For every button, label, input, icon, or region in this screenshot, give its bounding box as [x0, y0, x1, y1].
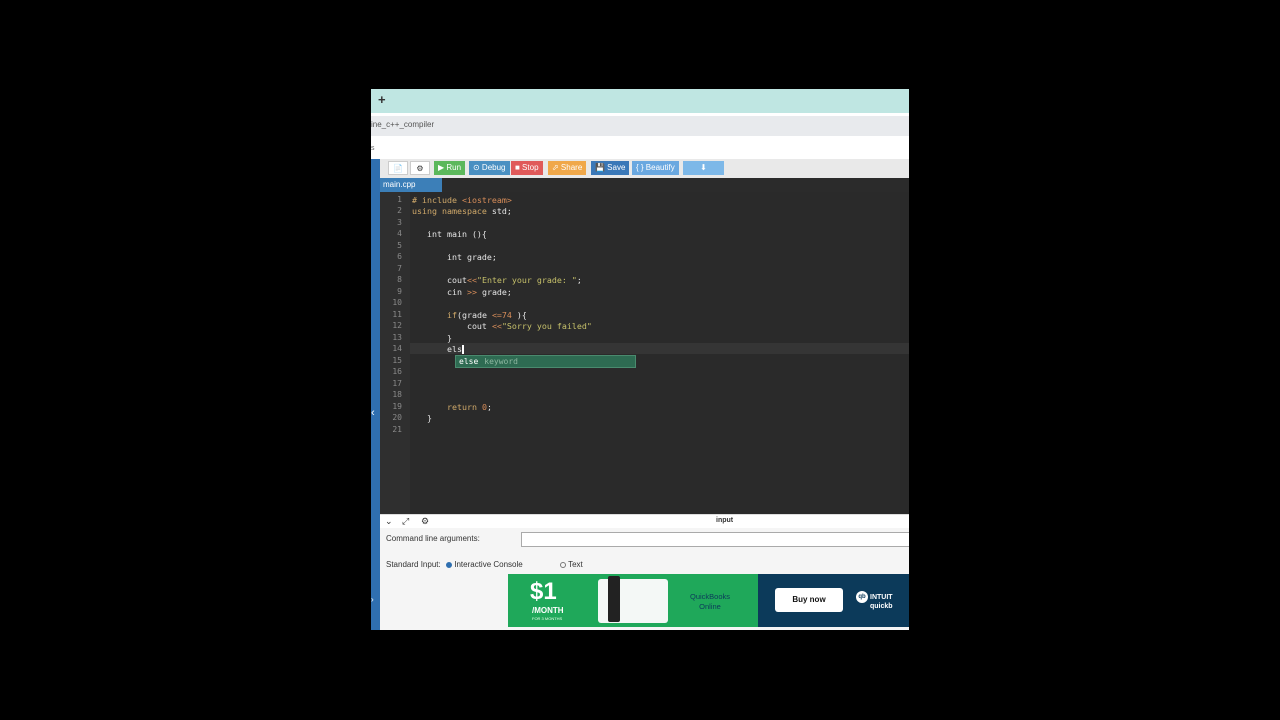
line-number: 7	[397, 264, 402, 273]
code-line-2: using namespace std;	[412, 206, 512, 216]
interactive-console-label: Interactive Console	[454, 560, 523, 569]
code-line-6: int grade;	[412, 252, 497, 262]
code-line-4: int main (){	[412, 229, 487, 239]
line-number: 6	[397, 252, 402, 261]
collapse-sidebar-icon[interactable]: ‹	[371, 407, 375, 419]
line-number: 9	[397, 287, 402, 296]
share-button[interactable]: ⬀ Share	[548, 161, 587, 175]
line-number: 21	[392, 425, 402, 434]
save-button[interactable]: 💾 Save	[591, 161, 630, 175]
code-line-1: # include <iostream>	[412, 195, 512, 205]
download-button[interactable]: ⬇	[683, 161, 724, 175]
code-line-12: cout <<"Sorry you failed"	[412, 321, 592, 331]
line-number: 17	[392, 379, 402, 388]
ad-brand-line1: INTUIT	[870, 593, 893, 601]
code-line-14: els	[412, 344, 464, 354]
ad-product-name: QuickBooks Online	[680, 592, 740, 612]
line-number: 16	[392, 367, 402, 376]
line-number: 5	[397, 241, 402, 250]
left-sidebar-strip: ‹ ›	[371, 159, 380, 630]
ad-buy-now-button[interactable]: Buy now	[775, 588, 843, 612]
file-tab-bar: main.cpp	[380, 178, 909, 192]
advertisement-banner[interactable]: $1 /MONTH FOR 3 MONTHS QuickBooks Online …	[508, 574, 909, 627]
code-line-20: }	[412, 413, 432, 423]
ad-brand-line2: quickb	[870, 603, 893, 610]
line-number: 14	[392, 344, 402, 353]
ad-per-month: /MONTH	[532, 606, 564, 615]
address-bar[interactable]: ine_c++_compiler	[371, 116, 909, 136]
io-panel-title: input	[716, 517, 734, 524]
sidebar-toggle-icon[interactable]: ›	[371, 595, 374, 604]
url-text: ine_c++_compiler	[371, 120, 435, 129]
ad-price: $1	[530, 578, 557, 605]
line-number: 12	[392, 321, 402, 330]
radio-icon[interactable]	[560, 561, 566, 568]
code-line-13: }	[412, 333, 452, 343]
gear-icon[interactable]: ⚙	[421, 516, 429, 527]
line-number: 3	[397, 218, 402, 227]
autocomplete-popup[interactable]: else keyword	[455, 355, 636, 368]
debug-button[interactable]: ⊙ Debug	[469, 161, 510, 175]
code-line-19: return 0;	[446, 402, 492, 412]
line-number: 13	[392, 333, 402, 342]
browser-tab-bar: +	[371, 89, 909, 113]
text-cursor	[461, 345, 464, 354]
ad-phone-image	[608, 576, 620, 622]
line-number: 11	[392, 310, 402, 319]
bookmarks-bar: s	[371, 139, 909, 159]
code-editor[interactable]: 1 2 3 4 5 6 7 8 9 10 11 12 13 14 15 16 1…	[380, 192, 909, 514]
quickbooks-logo-icon: qb	[856, 591, 868, 603]
line-number: 8	[397, 275, 402, 284]
line-number: 4	[397, 229, 402, 238]
line-number: 2	[397, 206, 402, 215]
beautify-button[interactable]: { } Beautify	[632, 161, 679, 175]
line-number: 20	[392, 413, 402, 422]
run-button[interactable]: ▶ Run	[434, 161, 466, 175]
editor-toolbar: 📄 ⚙ ▶ Run ⊙ Debug ■ Stop ⬀ Share 💾 Save …	[380, 159, 909, 178]
code-line-11: if(grade <=74 ){	[446, 310, 527, 320]
ad-brand-logo: qb INTUIT quickb	[856, 591, 893, 611]
code-line-9: cin >> grade;	[412, 287, 512, 297]
ad-product-line2: Online	[699, 602, 721, 611]
line-number: 15	[392, 356, 402, 365]
line-number: 1	[397, 195, 402, 204]
expand-icon[interactable]: ⤢	[402, 516, 409, 527]
collapse-icon[interactable]: ⌄	[385, 516, 393, 527]
line-number: 10	[392, 298, 402, 307]
bookmark-text: s	[371, 145, 375, 152]
settings-icon[interactable]: ⚙	[410, 161, 430, 175]
autocomplete-meta: keyword	[484, 357, 518, 366]
ad-fine-print: FOR 3 MONTHS	[532, 616, 563, 621]
stop-button[interactable]: ■ Stop	[511, 161, 543, 175]
line-number: 19	[392, 402, 402, 411]
line-gutter: 1 2 3 4 5 6 7 8 9 10 11 12 13 14 15 16 1…	[380, 192, 410, 514]
line-number: 18	[392, 390, 402, 399]
args-label: Command line arguments:	[386, 534, 480, 543]
new-tab-button[interactable]: +	[378, 92, 386, 107]
io-panel-header: ⌄ ⤢ ⚙ input	[380, 514, 909, 529]
command-line-args-input[interactable]	[521, 532, 909, 547]
file-tab-main-cpp[interactable]: main.cpp	[380, 178, 442, 192]
interactive-console-option[interactable]: Interactive Console	[446, 560, 523, 569]
text-input-option[interactable]: Text	[560, 560, 583, 569]
browser-window: + ine_c++_compiler s ‹ › 📄 ⚙ ▶ Run ⊙ Deb…	[371, 89, 909, 630]
radio-selected-icon[interactable]	[446, 561, 452, 568]
text-option-label: Text	[568, 560, 583, 569]
new-file-icon[interactable]: 📄	[388, 161, 408, 175]
code-line-8: cout<<"Enter your grade: ";	[412, 275, 582, 285]
active-line-highlight	[410, 343, 909, 354]
autocomplete-suggestion[interactable]: else	[459, 357, 478, 366]
stdin-label: Standard Input:	[386, 560, 441, 569]
ad-product-line1: QuickBooks	[689, 592, 731, 601]
